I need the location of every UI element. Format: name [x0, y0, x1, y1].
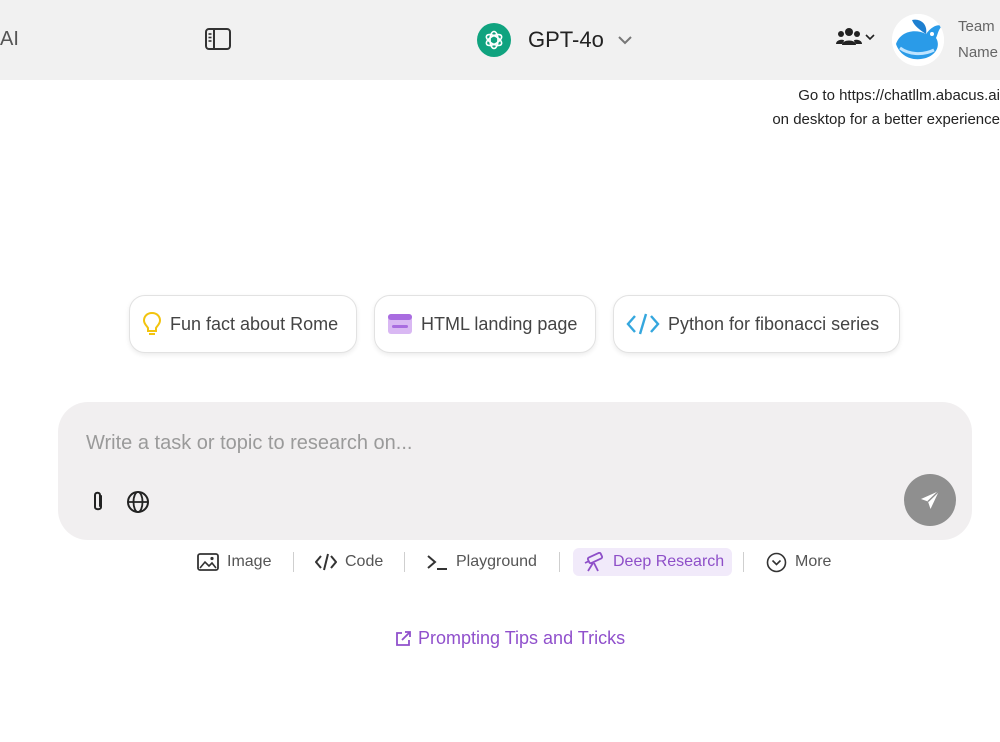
notice-line-2: on desktop for a better experience [772, 111, 1000, 128]
tool-label: More [795, 553, 832, 570]
tool-label: Image [227, 553, 272, 570]
tool-separator [293, 552, 294, 572]
chevron-down-icon [865, 34, 875, 41]
chevron-circle-icon [766, 552, 787, 572]
globe-icon [127, 491, 149, 513]
code-icon [315, 553, 337, 571]
sidebar-toggle-button[interactable] [205, 28, 231, 50]
openai-logo-icon [477, 23, 511, 57]
chip-label: Fun fact about Rome [170, 313, 339, 334]
prompt-input[interactable] [86, 428, 906, 458]
team-name-line1: Team [958, 18, 995, 35]
tool-playground[interactable]: Playground [426, 548, 537, 576]
web-search-button[interactable] [124, 488, 152, 516]
terminal-icon [427, 555, 447, 570]
users-icon [836, 28, 862, 45]
bird-avatar-icon [892, 14, 944, 66]
browser-window-icon [388, 314, 412, 334]
tool-label: Deep Research [613, 553, 725, 570]
team-users-button[interactable] [836, 26, 876, 48]
tool-separator [404, 552, 405, 572]
prompting-tips-link[interactable]: Prompting Tips and Tricks [394, 628, 625, 649]
avatar[interactable] [892, 14, 944, 66]
team-name-line2: Name [958, 44, 999, 61]
prompt-composer [58, 402, 972, 540]
chip-label: HTML landing page [421, 313, 578, 334]
tool-separator [559, 552, 560, 572]
tool-label: Playground [456, 553, 537, 570]
sidebar-panel-icon [205, 28, 231, 50]
tool-code[interactable]: Code [315, 548, 383, 576]
suggestion-chip-python[interactable]: Python for fibonacci series [613, 295, 900, 353]
suggestion-chip-rome[interactable]: Fun fact about Rome [129, 295, 357, 353]
image-icon [197, 553, 219, 571]
tips-link-label: Prompting Tips and Tricks [418, 628, 626, 648]
chip-label: Python for fibonacci series [668, 313, 880, 334]
telescope-icon [584, 552, 604, 572]
tool-label: Code [345, 553, 384, 570]
send-button[interactable] [904, 474, 956, 526]
paperclip-icon [94, 491, 102, 511]
chevron-down-icon [618, 36, 632, 45]
external-link-icon [396, 630, 411, 646]
tool-separator [743, 552, 744, 572]
code-icon [626, 313, 660, 335]
lightbulb-icon [142, 311, 162, 335]
tool-deep-research[interactable]: Deep Research [573, 548, 733, 576]
model-name: GPT-4o [528, 27, 604, 52]
send-arrow-icon [921, 490, 940, 509]
suggestion-chip-html[interactable]: HTML landing page [374, 295, 596, 353]
top-bar: AI GPT-4o Team Name [0, 0, 1000, 80]
attach-button[interactable] [84, 488, 112, 516]
notice-line-1: Go to https://chatllm.abacus.ai [798, 87, 1000, 104]
app-brand: AI [0, 28, 19, 50]
tool-image[interactable]: Image [197, 548, 271, 576]
tool-bar: Image Code Playground Deep Research More [0, 548, 1000, 576]
tool-more[interactable]: More [766, 548, 831, 576]
model-selector[interactable]: GPT-4o [477, 22, 634, 58]
desktop-notice: Go to https://chatllm.abacus.ai on deskt… [760, 84, 1000, 132]
